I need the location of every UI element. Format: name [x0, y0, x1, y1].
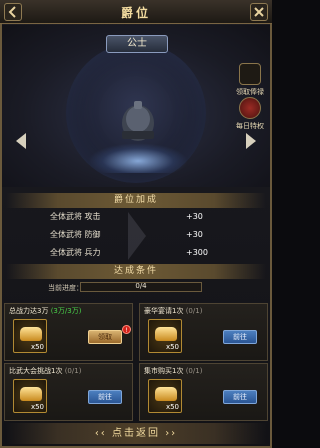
gold-ingot-icon	[155, 327, 177, 341]
notification-badge: !	[122, 325, 131, 334]
go-button[interactable]: 前往	[223, 390, 257, 404]
privilege-label: 每日特权	[236, 122, 264, 130]
glow-effect	[88, 143, 188, 173]
reward-quantity: x50	[165, 403, 179, 411]
reward-quantity: x50	[165, 343, 179, 351]
bonus-label: 全体武将 防御	[50, 230, 101, 239]
condition-text: 比武大会挑战1次	[9, 367, 63, 375]
condition-text: 集市购买1次	[144, 367, 184, 375]
bonus-label: 全体武将 兵力	[50, 248, 101, 257]
privilege-icon	[239, 97, 261, 119]
close-button[interactable]	[250, 3, 268, 21]
reward-quantity: x50	[30, 403, 44, 411]
bonus-row: 全体武将 攻击 +30	[6, 208, 266, 226]
condition-title: 集市购买1次 (0/1)	[144, 366, 202, 376]
chevron-right-icon: ››	[165, 428, 178, 439]
prev-rank-arrow[interactable]	[16, 133, 26, 149]
gold-ingot-icon	[20, 387, 42, 401]
condition-title: 比武大会挑战1次 (0/1)	[9, 366, 81, 376]
close-icon	[254, 7, 264, 17]
bonus-value: +30	[186, 212, 203, 221]
gold-ingot-icon	[155, 387, 177, 401]
progress-label: 当前进度：	[48, 284, 83, 292]
bonus-value: +300	[186, 248, 208, 257]
progress-text: 0/4	[135, 282, 147, 290]
reward-item[interactable]: x50	[13, 379, 47, 413]
condition-progress: (0/1)	[185, 307, 203, 315]
bonus-list: 全体武将 攻击 +30 全体武将 防御 +30 全体武将 兵力 +300	[6, 208, 266, 262]
helmet-icon	[122, 101, 154, 141]
condition-title: 总战力达3万 (3万/3万)	[9, 306, 81, 316]
bonus-header: 爵位加成	[6, 193, 266, 208]
progress-bar: 0/4	[80, 282, 202, 292]
salary-label: 领取俸禄	[236, 88, 264, 96]
bonus-row: 全体武将 兵力 +300	[6, 244, 266, 262]
condition-progress: (0/1)	[185, 367, 203, 375]
condition-card: 总战力达3万 (3万/3万) x50 领取 !	[4, 303, 133, 361]
salary-button[interactable]: 领取俸禄	[234, 63, 266, 97]
bonus-row: 全体武将 防御 +30	[6, 226, 266, 244]
page-title: 爵位	[120, 6, 151, 20]
return-label: 点击返回	[112, 428, 160, 439]
conditions-header: 达成条件	[6, 264, 266, 279]
bonus-value: +30	[186, 230, 203, 239]
go-button[interactable]: 前往	[223, 330, 257, 344]
condition-text: 豪华宴请1次	[144, 307, 184, 315]
chevron-left-icon: ‹‹	[94, 428, 112, 439]
reward-item[interactable]: x50	[148, 319, 182, 353]
salary-icon	[239, 63, 261, 85]
rank-display: 公士 领取俸禄 每日特权	[2, 25, 270, 187]
next-rank-arrow[interactable]	[246, 133, 256, 149]
return-button[interactable]: ‹‹ 点击返回 ››	[6, 423, 266, 444]
bonus-label: 全体武将 攻击	[50, 212, 101, 221]
condition-progress: (3万/3万)	[50, 307, 82, 315]
condition-card: 豪华宴请1次 (0/1) x50 前往	[139, 303, 268, 361]
reward-quantity: x50	[30, 343, 44, 351]
reward-item[interactable]: x50	[13, 319, 47, 353]
condition-progress: (0/1)	[64, 367, 82, 375]
gold-ingot-icon	[20, 327, 42, 341]
header: 爵位	[0, 0, 272, 24]
condition-card: 集市购买1次 (0/1) x50 前往	[139, 363, 268, 421]
rank-name: 公士	[106, 35, 168, 53]
condition-card: 比武大会挑战1次 (0/1) x50 前往	[4, 363, 133, 421]
condition-title: 豪华宴请1次 (0/1)	[144, 306, 202, 316]
daily-privilege-button[interactable]: 每日特权	[234, 97, 266, 131]
reward-item[interactable]: x50	[148, 379, 182, 413]
claim-button[interactable]: 领取	[88, 330, 122, 344]
go-button[interactable]: 前往	[88, 390, 122, 404]
condition-text: 总战力达3万	[9, 307, 49, 315]
